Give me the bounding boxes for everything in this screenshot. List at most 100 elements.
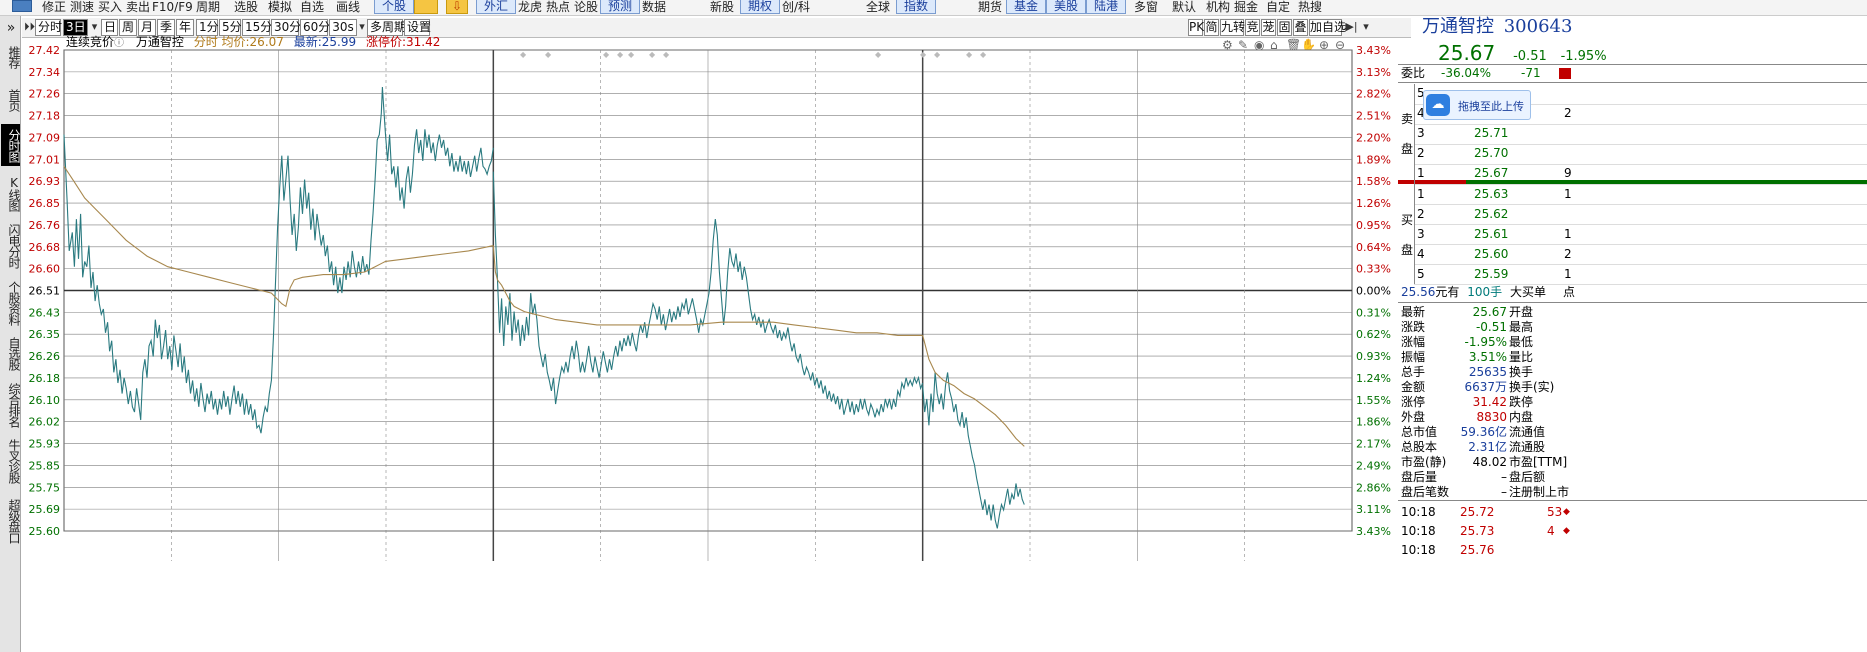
- period-button[interactable]: 多周期: [367, 19, 406, 36]
- top-menu-item[interactable]: 新股: [710, 0, 734, 15]
- top-menu-item[interactable]: 期货: [978, 0, 1002, 15]
- quote-panel: 万通智控 300643 25.67 -0.51 -1.95% 委比 -36.04…: [1398, 16, 1867, 652]
- quote-value: –: [1501, 485, 1507, 499]
- top-menu-item[interactable]: 全球: [866, 0, 890, 15]
- level-volume: 1: [1564, 267, 1572, 281]
- buy-side-label: 盘: [1401, 243, 1414, 257]
- top-menu-item[interactable]: 默认: [1172, 0, 1196, 15]
- left-tab[interactable]: 综合排名: [1, 378, 20, 432]
- top-menu-item[interactable]: 自定: [1266, 0, 1290, 15]
- level-price: 25.63: [1474, 187, 1509, 201]
- period-button[interactable]: 日: [101, 19, 118, 36]
- top-menu-item[interactable]: 机构: [1206, 0, 1230, 15]
- top-menu-item[interactable]: 期权: [740, 0, 781, 14]
- top-menu-item[interactable]: 预测: [600, 0, 641, 14]
- period-button[interactable]: 设置: [404, 19, 431, 36]
- top-menu-item[interactable]: 热搜: [1298, 0, 1322, 15]
- expand-arrow-icon[interactable]: »: [1, 20, 20, 36]
- divider: [1414, 224, 1867, 225]
- top-menu-item[interactable]: 周期: [196, 0, 220, 15]
- intraday-chart[interactable]: 27.42 3.43% 27.34 3.13% 27.26 2.82% 27.18 2.51%…: [22, 40, 1398, 652]
- top-menu-item[interactable]: 创/科: [782, 0, 810, 15]
- top-menu-item[interactable]: 测速: [70, 0, 94, 15]
- quote-label: 总手: [1401, 365, 1426, 379]
- quote-label-2: 最低: [1509, 335, 1534, 349]
- level-number: 3: [1417, 126, 1425, 140]
- price-change: -0.51: [1513, 49, 1547, 64]
- top-menu-item[interactable]: 外汇: [476, 0, 517, 14]
- top-menu-item[interactable]: 热点: [546, 0, 570, 15]
- y-tick-label-pct: 1.26%: [1356, 197, 1391, 210]
- down-arrow-icon[interactable]: ⇩: [446, 0, 468, 14]
- y-tick-label-pct: 1.86%: [1356, 416, 1391, 429]
- indicator-button[interactable]: 茏: [1261, 19, 1276, 36]
- event-marker-icon: ◆: [663, 50, 670, 59]
- period-button[interactable]: 5分: [219, 19, 242, 36]
- top-menu-item[interactable]: 指数: [896, 0, 937, 14]
- top-menu-item[interactable]: 美股: [1046, 0, 1087, 14]
- top-menu-item[interactable]: 论股: [574, 0, 598, 15]
- left-tab[interactable]: 首页: [1, 86, 20, 114]
- period-button[interactable]: 月: [138, 19, 156, 36]
- period-button[interactable]: 30分: [271, 19, 301, 36]
- top-menu-item[interactable]: 陆港: [1086, 0, 1127, 14]
- top-menu-item[interactable]: 买入: [98, 0, 122, 15]
- divider: [1414, 124, 1867, 125]
- weibi-row: 委比 -36.04% -71: [1401, 66, 1571, 81]
- level-volume: 2: [1564, 247, 1572, 261]
- left-tab[interactable]: 闪电分时: [1, 219, 20, 273]
- upload-button[interactable]: ☁ 拖拽至此上传: [1423, 90, 1531, 120]
- indicator-button[interactable]: PK: [1188, 19, 1204, 36]
- left-tab[interactable]: K线图: [1, 172, 20, 214]
- divider: [1398, 64, 1867, 65]
- period-button[interactable]: 季: [157, 19, 175, 36]
- period-button[interactable]: 60分: [300, 19, 330, 36]
- left-tab[interactable]: 分时图: [1, 124, 20, 166]
- dropdown-arrow-icon[interactable]: ▾: [1360, 19, 1372, 36]
- period-button[interactable]: 30s: [329, 19, 357, 36]
- y-tick-label: 25.69: [29, 503, 61, 516]
- indicator-button[interactable]: 叠: [1293, 19, 1308, 36]
- top-menu-item[interactable]: 卖出: [126, 0, 150, 15]
- warning-icon[interactable]: [414, 0, 438, 14]
- left-tab[interactable]: 推荐: [1, 43, 20, 71]
- dropdown-arrow-icon[interactable]: ▾: [357, 19, 367, 36]
- top-menu-item[interactable]: 个股: [374, 0, 415, 14]
- divider: [1414, 164, 1867, 165]
- top-menu-item[interactable]: 自选: [300, 0, 324, 15]
- top-menu-item[interactable]: F10/F9: [152, 0, 193, 15]
- top-menu-item[interactable]: 数据: [642, 0, 666, 15]
- level-price: 25.67: [1474, 166, 1509, 180]
- top-menu-item[interactable]: 掘金: [1234, 0, 1258, 15]
- left-tab[interactable]: 自选股: [1, 332, 20, 374]
- period-button[interactable]: 分时: [35, 19, 62, 36]
- top-menu-item[interactable]: 多窗: [1134, 0, 1158, 15]
- top-menu-item[interactable]: 画线: [336, 0, 360, 15]
- quote-label-2: 流通股: [1509, 440, 1546, 454]
- buy-side-label: 买: [1401, 213, 1414, 227]
- indicator-button[interactable]: 九转: [1220, 19, 1245, 36]
- top-menu-item[interactable]: 模拟: [268, 0, 292, 15]
- indicator-button[interactable]: 加自选: [1309, 19, 1346, 36]
- indicator-button[interactable]: 竞: [1245, 19, 1260, 36]
- forward-icon[interactable]: ▶|: [1344, 19, 1359, 36]
- period-button[interactable]: 3日: [63, 19, 88, 36]
- period-button[interactable]: 年: [176, 19, 194, 36]
- quote-value: -0.51: [1475, 320, 1507, 334]
- y-tick-label: 26.26: [29, 350, 61, 363]
- period-button[interactable]: 1分: [196, 19, 219, 36]
- top-menu-item[interactable]: 龙虎: [518, 0, 542, 15]
- top-menu-item[interactable]: 基金: [1006, 0, 1047, 14]
- period-button[interactable]: 15分: [242, 19, 272, 36]
- indicator-button[interactable]: 简: [1204, 19, 1219, 36]
- top-menu-item[interactable]: 选股: [234, 0, 258, 15]
- event-marker-icon: ◆: [603, 50, 610, 59]
- left-tab[interactable]: 牛叉诊股: [1, 434, 20, 488]
- left-tab[interactable]: 个股资料: [1, 276, 20, 330]
- left-tab[interactable]: 超级盘口: [1, 494, 20, 548]
- period-button[interactable]: 周: [119, 19, 137, 36]
- indicator-button[interactable]: 固: [1277, 19, 1292, 36]
- dropdown-arrow-icon[interactable]: ▾: [89, 19, 100, 36]
- top-menu-item[interactable]: 修正: [42, 0, 66, 15]
- quote-value: 6637万: [1464, 380, 1507, 394]
